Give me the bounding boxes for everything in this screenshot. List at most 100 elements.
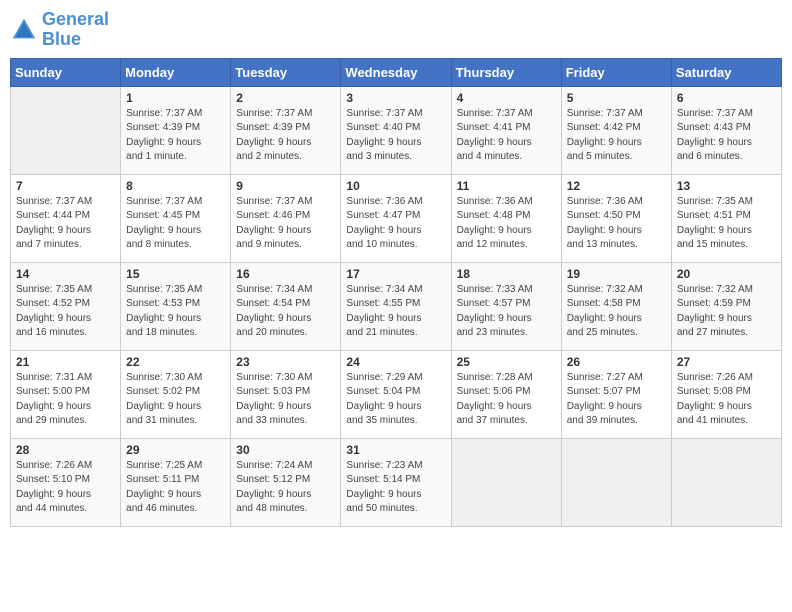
day-info: Sunrise: 7:26 AM Sunset: 5:10 PM Dayligh… bbox=[16, 459, 115, 517]
header-friday: Friday bbox=[561, 58, 671, 86]
day-info: Sunrise: 7:37 AM Sunset: 4:42 PM Dayligh… bbox=[567, 107, 666, 165]
day-info: Sunrise: 7:36 AM Sunset: 4:48 PM Dayligh… bbox=[457, 195, 556, 253]
week-row-1: 7 Sunrise: 7:37 AM Sunset: 4:44 PM Daylig… bbox=[11, 174, 782, 262]
day-number: 28 bbox=[16, 443, 115, 457]
day-info: Sunrise: 7:23 AM Sunset: 5:14 PM Dayligh… bbox=[346, 459, 445, 517]
day-info: Sunrise: 7:28 AM Sunset: 5:06 PM Dayligh… bbox=[457, 371, 556, 429]
calendar-cell: 3Sunrise: 7:37 AM Sunset: 4:40 PM Daylig… bbox=[341, 86, 451, 174]
day-number: 6 bbox=[677, 91, 776, 105]
day-info: Sunrise: 7:37 AM Sunset: 4:41 PM Dayligh… bbox=[457, 107, 556, 165]
header-saturday: Saturday bbox=[671, 58, 781, 86]
day-info: Sunrise: 7:31 AM Sunset: 5:00 PM Dayligh… bbox=[16, 371, 115, 429]
day-number: 26 bbox=[567, 355, 666, 369]
week-row-4: 28 Sunrise: 7:26 AM Sunset: 5:10 PM Dayli… bbox=[11, 438, 782, 526]
calendar-cell: 1 Sunrise: 7:37 AM Sunset: 4:39 PM Daylig… bbox=[121, 86, 231, 174]
calendar-cell: 2 Sunrise: 7:37 AM Sunset: 4:39 PM Daylig… bbox=[231, 86, 341, 174]
calendar-cell: 7 Sunrise: 7:37 AM Sunset: 4:44 PM Daylig… bbox=[11, 174, 121, 262]
day-info: Sunrise: 7:37 AM Sunset: 4:46 PM Dayligh… bbox=[236, 195, 335, 253]
week-row-0: 1 Sunrise: 7:37 AM Sunset: 4:39 PM Daylig… bbox=[11, 86, 782, 174]
day-number: 15 bbox=[126, 267, 225, 281]
calendar-cell: 14 Sunrise: 7:35 AM Sunset: 4:52 PM Dayli… bbox=[11, 262, 121, 350]
calendar-cell bbox=[11, 86, 121, 174]
day-number: 10 bbox=[346, 179, 445, 193]
day-number: 7 bbox=[16, 179, 115, 193]
calendar-cell: 31 Sunrise: 7:23 AM Sunset: 5:14 PM Dayli… bbox=[341, 438, 451, 526]
calendar-cell: 11 Sunrise: 7:36 AM Sunset: 4:48 PM Dayli… bbox=[451, 174, 561, 262]
day-number: 8 bbox=[126, 179, 225, 193]
day-number: 14 bbox=[16, 267, 115, 281]
logo-icon bbox=[10, 16, 38, 44]
day-info: Sunrise: 7:37 AM Sunset: 4:43 PM Dayligh… bbox=[677, 107, 776, 165]
day-info: Sunrise: 7:34 AM Sunset: 4:54 PM Dayligh… bbox=[236, 283, 335, 341]
calendar-header-row: SundayMondayTuesdayWednesdayThursdayFrid… bbox=[11, 58, 782, 86]
day-info: Sunrise: 7:37 AM Sunset: 4:44 PM Dayligh… bbox=[16, 195, 115, 253]
day-number: 9 bbox=[236, 179, 335, 193]
day-number: 20 bbox=[677, 267, 776, 281]
page-header: General Blue bbox=[10, 10, 782, 50]
day-info: Sunrise: 7:25 AM Sunset: 5:11 PM Dayligh… bbox=[126, 459, 225, 517]
day-info: Sunrise: 7:27 AM Sunset: 5:07 PM Dayligh… bbox=[567, 371, 666, 429]
day-info: Sunrise: 7:26 AM Sunset: 5:08 PM Dayligh… bbox=[677, 371, 776, 429]
day-number: 25 bbox=[457, 355, 556, 369]
day-number: 22 bbox=[126, 355, 225, 369]
day-info: Sunrise: 7:24 AM Sunset: 5:12 PM Dayligh… bbox=[236, 459, 335, 517]
day-number: 27 bbox=[677, 355, 776, 369]
day-info: Sunrise: 7:37 AM Sunset: 4:39 PM Dayligh… bbox=[236, 107, 335, 165]
day-number: 4 bbox=[457, 91, 556, 105]
day-info: Sunrise: 7:35 AM Sunset: 4:52 PM Dayligh… bbox=[16, 283, 115, 341]
calendar-cell: 25 Sunrise: 7:28 AM Sunset: 5:06 PM Dayli… bbox=[451, 350, 561, 438]
day-info: Sunrise: 7:33 AM Sunset: 4:57 PM Dayligh… bbox=[457, 283, 556, 341]
calendar-cell: 10 Sunrise: 7:36 AM Sunset: 4:47 PM Dayli… bbox=[341, 174, 451, 262]
week-row-2: 14 Sunrise: 7:35 AM Sunset: 4:52 PM Dayli… bbox=[11, 262, 782, 350]
header-monday: Monday bbox=[121, 58, 231, 86]
day-info: Sunrise: 7:32 AM Sunset: 4:58 PM Dayligh… bbox=[567, 283, 666, 341]
day-info: Sunrise: 7:37 AM Sunset: 4:39 PM Dayligh… bbox=[126, 107, 225, 165]
calendar-cell: 12Sunrise: 7:36 AM Sunset: 4:50 PM Dayli… bbox=[561, 174, 671, 262]
day-number: 1 bbox=[126, 91, 225, 105]
day-info: Sunrise: 7:36 AM Sunset: 4:50 PM Dayligh… bbox=[567, 195, 666, 253]
calendar-cell bbox=[451, 438, 561, 526]
day-number: 30 bbox=[236, 443, 335, 457]
calendar-cell: 22Sunrise: 7:30 AM Sunset: 5:02 PM Dayli… bbox=[121, 350, 231, 438]
day-number: 13 bbox=[677, 179, 776, 193]
day-number: 18 bbox=[457, 267, 556, 281]
day-number: 16 bbox=[236, 267, 335, 281]
logo: General Blue bbox=[10, 10, 109, 50]
calendar-cell: 9 Sunrise: 7:37 AM Sunset: 4:46 PM Daylig… bbox=[231, 174, 341, 262]
calendar-cell: 13Sunrise: 7:35 AM Sunset: 4:51 PM Dayli… bbox=[671, 174, 781, 262]
calendar-cell: 8 Sunrise: 7:37 AM Sunset: 4:45 PM Daylig… bbox=[121, 174, 231, 262]
calendar-cell: 26 Sunrise: 7:27 AM Sunset: 5:07 PM Dayli… bbox=[561, 350, 671, 438]
calendar-cell: 29 Sunrise: 7:25 AM Sunset: 5:11 PM Dayli… bbox=[121, 438, 231, 526]
calendar-cell: 23 Sunrise: 7:30 AM Sunset: 5:03 PM Dayli… bbox=[231, 350, 341, 438]
day-info: Sunrise: 7:30 AM Sunset: 5:03 PM Dayligh… bbox=[236, 371, 335, 429]
calendar-cell: 30 Sunrise: 7:24 AM Sunset: 5:12 PM Dayli… bbox=[231, 438, 341, 526]
calendar-cell bbox=[671, 438, 781, 526]
calendar-cell: 20 Sunrise: 7:32 AM Sunset: 4:59 PM Dayli… bbox=[671, 262, 781, 350]
calendar-cell: 15 Sunrise: 7:35 AM Sunset: 4:53 PM Dayli… bbox=[121, 262, 231, 350]
calendar-cell: 4 Sunrise: 7:37 AM Sunset: 4:41 PM Daylig… bbox=[451, 86, 561, 174]
day-number: 3 bbox=[346, 91, 445, 105]
calendar-cell: 18 Sunrise: 7:33 AM Sunset: 4:57 PM Dayli… bbox=[451, 262, 561, 350]
day-number: 29 bbox=[126, 443, 225, 457]
day-info: Sunrise: 7:35 AM Sunset: 4:53 PM Dayligh… bbox=[126, 283, 225, 341]
calendar-cell: 28 Sunrise: 7:26 AM Sunset: 5:10 PM Dayli… bbox=[11, 438, 121, 526]
day-number: 19 bbox=[567, 267, 666, 281]
header-tuesday: Tuesday bbox=[231, 58, 341, 86]
calendar-cell: 5Sunrise: 7:37 AM Sunset: 4:42 PM Daylig… bbox=[561, 86, 671, 174]
day-number: 2 bbox=[236, 91, 335, 105]
day-info: Sunrise: 7:29 AM Sunset: 5:04 PM Dayligh… bbox=[346, 371, 445, 429]
day-number: 31 bbox=[346, 443, 445, 457]
calendar-cell: 19 Sunrise: 7:32 AM Sunset: 4:58 PM Dayli… bbox=[561, 262, 671, 350]
day-number: 11 bbox=[457, 179, 556, 193]
calendar-cell: 24Sunrise: 7:29 AM Sunset: 5:04 PM Dayli… bbox=[341, 350, 451, 438]
day-number: 21 bbox=[16, 355, 115, 369]
header-sunday: Sunday bbox=[11, 58, 121, 86]
calendar-cell: 17Sunrise: 7:34 AM Sunset: 4:55 PM Dayli… bbox=[341, 262, 451, 350]
day-info: Sunrise: 7:32 AM Sunset: 4:59 PM Dayligh… bbox=[677, 283, 776, 341]
logo-text: General Blue bbox=[42, 10, 109, 50]
day-number: 23 bbox=[236, 355, 335, 369]
day-info: Sunrise: 7:37 AM Sunset: 4:45 PM Dayligh… bbox=[126, 195, 225, 253]
calendar-cell: 21 Sunrise: 7:31 AM Sunset: 5:00 PM Dayli… bbox=[11, 350, 121, 438]
day-info: Sunrise: 7:36 AM Sunset: 4:47 PM Dayligh… bbox=[346, 195, 445, 253]
calendar-cell: 27 Sunrise: 7:26 AM Sunset: 5:08 PM Dayli… bbox=[671, 350, 781, 438]
